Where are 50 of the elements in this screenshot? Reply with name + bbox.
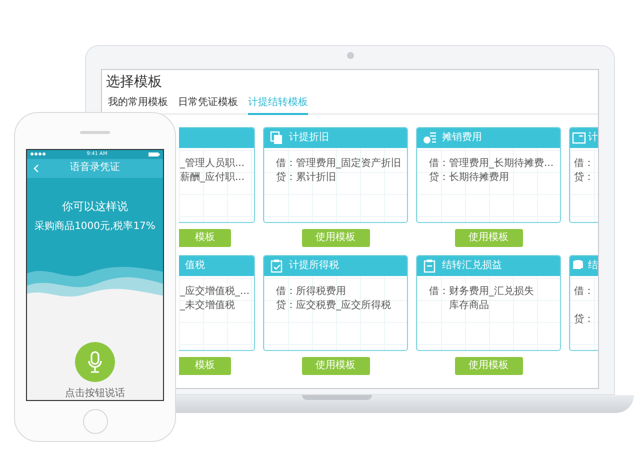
example-text: 采购商品1000元,税率17% [34, 220, 156, 233]
card-title: 结转汇兑损益 [442, 260, 502, 272]
card-title: 计 [588, 132, 598, 144]
entry-text: 借：所得税费用 [276, 286, 346, 298]
entry-text: 贷： [574, 314, 594, 326]
signal-icon [30, 152, 46, 156]
card-title: 计提所得税 [289, 260, 339, 272]
use-template-button[interactable]: 模板 [179, 229, 231, 247]
template-tab[interactable]: 计提结转模板 [248, 95, 308, 115]
hint-text: 点击按钮说话 [64, 388, 126, 400]
back-icon[interactable] [33, 164, 39, 173]
entry-text: 借： [574, 158, 594, 170]
use-template-button[interactable]: 使用模板 [454, 229, 522, 247]
home-button[interactable] [82, 409, 108, 434]
microphone-icon [87, 351, 103, 374]
prompt-text: 你可以这样说 [62, 200, 128, 213]
entry-text: 借：财务费用_汇兑损失 [429, 286, 534, 298]
entry-text: 借：管理费用_固定资产折旧 [276, 158, 401, 170]
nav-title: 语音录凭证 [70, 162, 120, 174]
entry-text: 贷：累计折旧 [276, 172, 336, 184]
use-template-button[interactable]: 使用模板 [302, 229, 370, 247]
entry-text: 库存商品 [449, 300, 489, 312]
battery-icon [148, 152, 160, 157]
entry-text: _未交增值税 [180, 300, 235, 312]
clipboard-icon [423, 259, 437, 273]
page-title: 选择模板 [105, 73, 163, 91]
clipboard-check-icon [270, 259, 284, 273]
card-icon [572, 131, 586, 145]
card-title: 结 [588, 260, 598, 272]
card-title: 值税 [185, 260, 205, 272]
coin-list-icon [423, 131, 437, 145]
entry-text: 借：管理费用_长期待摊费... [429, 158, 554, 170]
use-template-button[interactable]: 模板 [179, 357, 231, 375]
camera-dot [347, 52, 354, 59]
card-title: 计提折旧 [289, 132, 329, 144]
entry-text: 贷： [574, 172, 594, 184]
template-tab[interactable]: 日常凭证模板 [178, 95, 238, 115]
copy-icon [270, 131, 284, 145]
entry-text: 贷：应交税费_应交所得税 [276, 300, 391, 312]
use-template-button[interactable]: 使用模板 [454, 357, 522, 375]
entry-text: _应交增值税_... [180, 286, 250, 298]
entry-text: _管理人员职... [180, 158, 245, 170]
template-tab[interactable]: 我的常用模板 [108, 95, 168, 115]
speaker-slot [80, 131, 110, 134]
microphone-button[interactable] [75, 342, 115, 382]
card-title: 摊销费用 [442, 132, 482, 144]
use-template-button[interactable]: 使用模板 [302, 357, 370, 375]
entry-text: 贷：长期待摊费用 [429, 172, 509, 184]
entry-text: 借： [574, 286, 594, 298]
entry-text: 薪酬_应付职... [180, 172, 245, 184]
